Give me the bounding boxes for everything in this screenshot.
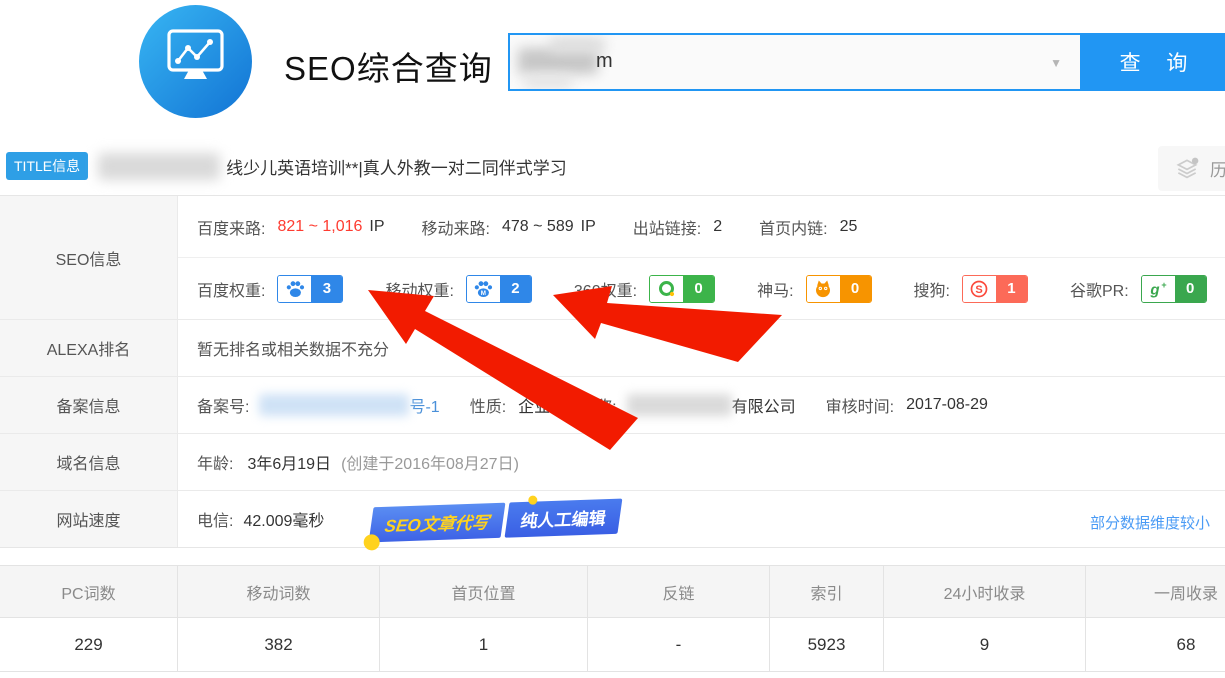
page-title-text: 线少儿英语培训**|真人外教一对二同伴式学习 <box>226 154 567 179</box>
weights-line: 百度权重: 3 移动权重: <box>178 258 1225 319</box>
kw-value: 1 <box>380 618 587 671</box>
qihoo360-icon <box>657 279 677 299</box>
svg-text:g: g <box>1150 281 1160 298</box>
baidu-traffic: 百度来路: 821 ~ 1,016 IP <box>197 215 385 239</box>
kw-header: 24小时收录 <box>884 566 1085 618</box>
mobile-weight: 移动权重: M 2 <box>385 275 531 303</box>
kw-value: 229 <box>0 618 177 671</box>
kw-col-24h-collect: 24小时收录 9 <box>884 566 1086 671</box>
homepage-inlinks-value: 25 <box>840 218 858 236</box>
alexa-row: ALEXA排名 暂无排名或相关数据不充分 <box>0 320 1225 377</box>
search-input[interactable]: m ▼ <box>508 33 1082 91</box>
icp-nature: 性质: 企业 <box>470 393 550 417</box>
icp-audit-time: 审核时间: 2017-08-29 <box>826 393 988 417</box>
kw-col-week-collect: 一周收录 68 <box>1086 566 1225 671</box>
shenma-weight: 神马: <box>757 275 871 303</box>
telecom-speed-value: 42.009毫秒 <box>243 507 324 531</box>
qihoo360-weight: 360权重: 0 <box>574 275 715 303</box>
kw-col-backlinks: 反链 - <box>588 566 770 671</box>
search-input-value: m <box>596 50 613 73</box>
masked-icp-number-blur <box>259 394 409 416</box>
domain-created-note: (创建于2016年08月27日) <box>341 450 519 474</box>
query-button[interactable]: 查 询 <box>1082 33 1225 91</box>
mobile-weight-badge[interactable]: M 2 <box>466 275 532 303</box>
kw-col-home-position: 首页位置 1 <box>380 566 588 671</box>
kw-header: 反链 <box>588 566 769 618</box>
row-label-alexa: ALEXA排名 <box>0 320 178 376</box>
kw-value: 68 <box>1086 618 1225 671</box>
site-logo <box>139 5 252 118</box>
icp-number-link[interactable]: 号-1 <box>409 393 439 417</box>
baidu-paw-m-icon: M <box>473 279 493 299</box>
kw-header: 首页位置 <box>380 566 587 618</box>
ad-primary-text: SEO文章代写 <box>369 503 506 543</box>
seo-info-row: SEO信息 百度来路: 821 ~ 1,016 IP 移动来路: 478 ~ 5… <box>0 196 1225 320</box>
keyword-stats-table: PC词数 229 移动词数 382 首页位置 1 反链 - 索引 5923 24… <box>0 565 1225 672</box>
qihoo360-weight-badge[interactable]: 0 <box>649 275 715 303</box>
monitor-chart-icon <box>139 5 252 118</box>
google-pr: 谷歌PR: g + 0 <box>1070 275 1207 303</box>
history-button[interactable]: 历 <box>1158 146 1225 191</box>
icp-company-name: 名称: 有限公司 <box>580 393 795 417</box>
alexa-status-text: 暂无排名或相关数据不充分 <box>197 336 389 360</box>
outbound-links: 出站链接: 2 <box>633 215 722 239</box>
kw-header: 移动词数 <box>178 566 379 618</box>
chevron-down-icon[interactable]: ▼ <box>1050 56 1062 70</box>
kw-value: 382 <box>178 618 379 671</box>
svg-text:M: M <box>481 289 486 296</box>
baidu-traffic-value: 821 ~ 1,016 <box>277 218 362 236</box>
icp-row: 备案信息 备案号: 号-1 性质: 企业 名称: 有限公司 审核时间: 2017… <box>0 377 1225 434</box>
row-label-domain: 域名信息 <box>0 434 178 490</box>
outbound-links-value: 2 <box>713 218 722 236</box>
shenma-owl-icon <box>813 279 833 299</box>
ad-secondary-text: 纯人工编辑 <box>504 499 622 538</box>
traffic-line: 百度来路: 821 ~ 1,016 IP 移动来路: 478 ~ 589 IP … <box>178 196 1225 258</box>
google-pr-badge[interactable]: g + 0 <box>1141 275 1207 303</box>
history-button-label: 历 <box>1210 156 1225 181</box>
kw-col-mobile-words: 移动词数 382 <box>178 566 380 671</box>
domain-age-value: 3年6月19日 <box>247 450 331 474</box>
svg-text:S: S <box>976 284 983 296</box>
svg-text:+: + <box>1162 280 1167 290</box>
ad-banner[interactable]: SEO文章代写 纯人工编辑 <box>370 499 620 543</box>
row-label-speed: 网站速度 <box>0 491 178 547</box>
mobile-traffic-value: 478 ~ 589 <box>502 218 574 236</box>
row-label-seo: SEO信息 <box>0 196 178 319</box>
kw-value: 5923 <box>770 618 883 671</box>
icp-number: 备案号: 号-1 <box>197 393 440 417</box>
icp-audit-value: 2017-08-29 <box>906 396 988 414</box>
sogou-icon: S <box>969 279 989 299</box>
sogou-weight-badge[interactable]: S 1 <box>962 275 1028 303</box>
seo-info-table: SEO信息 百度来路: 821 ~ 1,016 IP 移动来路: 478 ~ 5… <box>0 195 1225 548</box>
icp-nature-value: 企业 <box>518 393 550 417</box>
masked-domain-blur <box>524 75 572 89</box>
mobile-traffic: 移动来路: 478 ~ 589 IP <box>422 215 596 239</box>
icp-company-name-value: 有限公司 <box>732 393 796 417</box>
title-info-badge: TITLE信息 <box>6 152 88 180</box>
kw-value: 9 <box>884 618 1085 671</box>
masked-title-blur <box>98 153 220 180</box>
baidu-weight: 百度权重: 3 <box>197 275 343 303</box>
baidu-weight-badge[interactable]: 3 <box>277 275 343 303</box>
layers-icon <box>1174 156 1200 182</box>
masked-company-name-blur <box>627 394 732 416</box>
ad-dot-large <box>363 534 380 551</box>
domain-row: 域名信息 年龄: 3年6月19日 (创建于2016年08月27日) <box>0 434 1225 491</box>
shenma-weight-badge[interactable]: 0 <box>806 275 872 303</box>
kw-header: PC词数 <box>0 566 177 618</box>
kw-header: 一周收录 <box>1086 566 1225 618</box>
page-title: SEO综合查询 <box>284 42 493 90</box>
homepage-inlinks: 首页内链: 25 <box>759 215 857 239</box>
kw-col-pc-words: PC词数 229 <box>0 566 178 671</box>
baidu-paw-icon <box>285 279 305 299</box>
speed-row: 网站速度 电信: 42.009毫秒 SEO文章代写 纯人工编辑 <box>0 491 1225 548</box>
google-plus-icon: g + <box>1147 279 1169 299</box>
kw-col-index: 索引 5923 <box>770 566 884 671</box>
kw-header: 索引 <box>770 566 883 618</box>
title-info-row: TITLE信息 线少儿英语培训**|真人外教一对二同伴式学习 <box>6 152 567 180</box>
row-label-icp: 备案信息 <box>0 377 178 433</box>
kw-value: - <box>588 618 769 671</box>
data-dimension-link[interactable]: 部分数据维度较小 <box>1090 512 1210 533</box>
sogou-weight: 搜狗: S 1 <box>914 275 1028 303</box>
